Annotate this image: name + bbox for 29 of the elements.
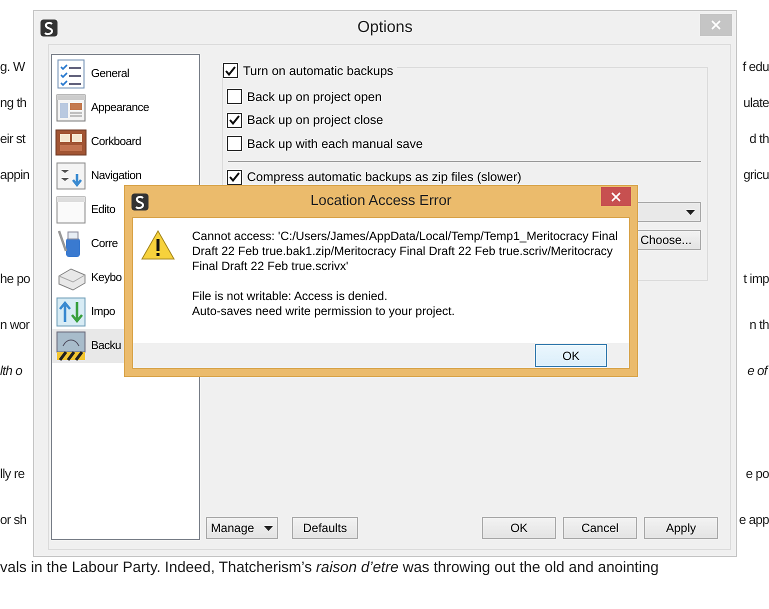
document-text: ng th <box>0 94 26 112</box>
document-text: f edu <box>742 58 769 76</box>
document-text: d th <box>749 130 769 148</box>
document-text: e app <box>738 511 769 529</box>
error-message: Cannot access: 'C:/Users/James/AppData/Local/Temp/Temp1_Meritocracy Final Draft 22 Feb true.bak1.zip/Meritocracy Final Draft 22 Feb true.scriv/Meritocracy Final Draft 22 Feb true.scrivx' <box>192 229 619 274</box>
document-text: lly re <box>0 465 24 483</box>
error-detail: Auto-saves need write permission to your project. <box>192 304 456 319</box>
document-text: vals in the Labour Party. Indeed, Thatcherism’s raison d’etre was throwing out the old and anointing <box>0 558 659 578</box>
document-text: g. W <box>0 58 25 76</box>
document-text: t imp <box>743 270 769 288</box>
document-text: lth o <box>0 362 22 380</box>
document-text: e of <box>747 362 769 380</box>
window-title: Options <box>356 19 414 37</box>
checkbox-label: Back up on project open <box>247 90 382 104</box>
document-text: appin <box>0 166 30 184</box>
document-text: gricu <box>743 166 769 184</box>
error-detail: File is not writable: Access is denied. <box>192 289 388 304</box>
document-text: e po <box>746 465 769 483</box>
document-text: n wor <box>0 316 30 334</box>
document-text: he po <box>0 270 30 288</box>
document-text: or sh <box>0 511 26 529</box>
document-text: ulate <box>743 94 769 112</box>
checkbox-label: Turn on automatic backups <box>243 64 394 78</box>
document-text: eir st <box>0 130 26 148</box>
checkbox-label: Back up on project close <box>247 113 384 128</box>
checkbox-label: Back up with each manual save <box>247 136 423 151</box>
checkbox-label: Compress automatic backups as zip files (slower) <box>247 170 522 184</box>
document-text: n th <box>749 316 769 334</box>
dialog-title: Location Access Error <box>309 193 453 209</box>
